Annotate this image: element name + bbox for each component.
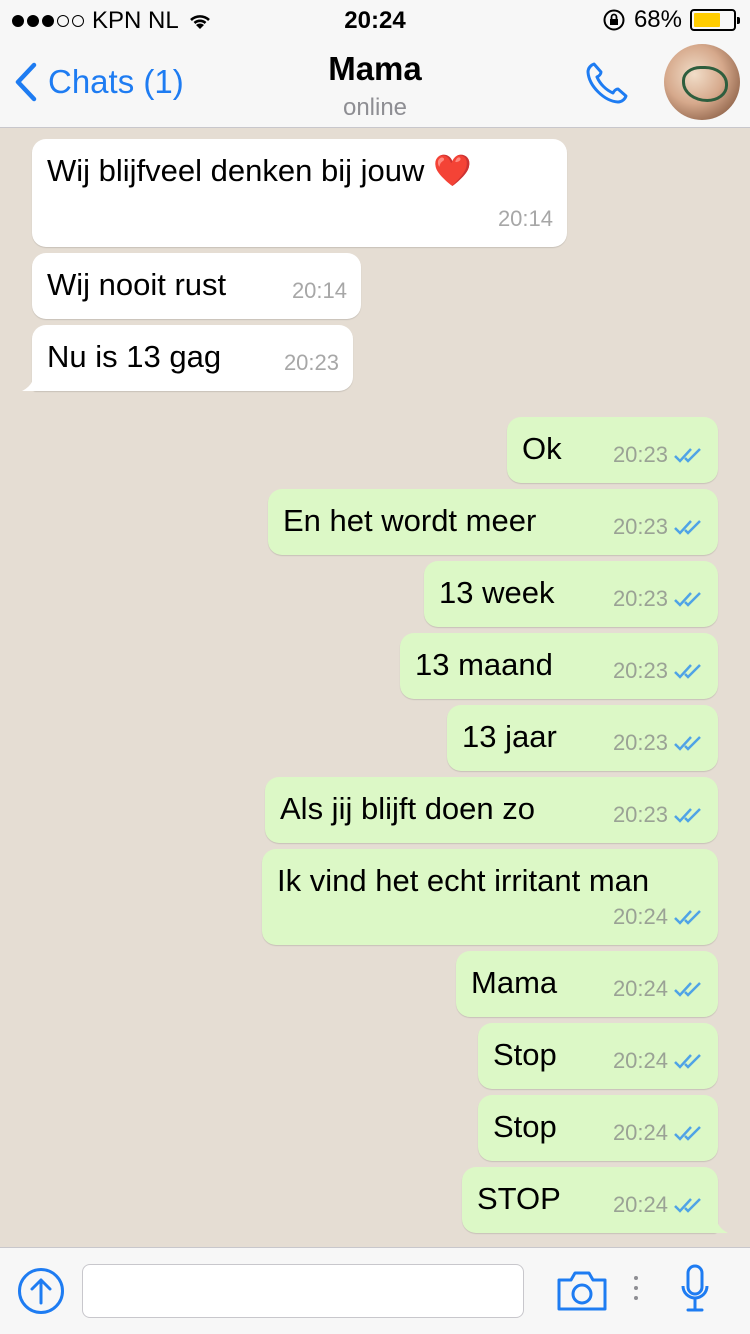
- double-check-icon: [674, 736, 701, 751]
- message-text: En het wordt meer: [283, 503, 537, 538]
- message-meta: 20:23: [613, 797, 704, 833]
- message-meta: 20:24: [613, 971, 704, 1007]
- message-list[interactable]: Wij blijfveel denken bij jouw ❤️ 20:14 W…: [0, 129, 750, 1247]
- message-meta: 20:23: [613, 725, 704, 761]
- message-time: 20:23: [612, 442, 668, 467]
- message-meta: 20:24: [613, 899, 704, 935]
- message-bubble-incoming[interactable]: Wij blijfveel denken bij jouw ❤️ 20:14: [32, 139, 567, 247]
- message-text: Wij nooit rust: [47, 267, 227, 302]
- voice-message-button[interactable]: [680, 1264, 710, 1319]
- message-time: 20:23: [612, 802, 668, 827]
- message-text: Wij blijfveel denken bij jouw ❤️: [47, 153, 472, 188]
- double-check-icon: [674, 664, 701, 679]
- double-check-icon: [674, 1198, 701, 1213]
- attach-button[interactable]: [18, 1268, 64, 1314]
- double-check-icon: [674, 910, 701, 925]
- message-meta: 20:23: [613, 653, 704, 689]
- separator-dots: [634, 1276, 638, 1300]
- message-bubble-outgoing[interactable]: STOP 20:24: [462, 1167, 728, 1233]
- message-time: 20:23: [283, 350, 339, 375]
- camera-button[interactable]: [556, 1270, 608, 1317]
- message-time: 20:14: [291, 278, 347, 303]
- phone-icon: [586, 62, 628, 104]
- message-bubble-outgoing[interactable]: 13 jaar 20:23: [447, 705, 718, 771]
- orientation-lock-icon: [603, 9, 625, 31]
- message-bubble-outgoing[interactable]: 13 week 20:23: [424, 561, 718, 627]
- message-bubble-incoming[interactable]: Wij nooit rust 20:14: [32, 253, 361, 319]
- message-input[interactable]: [82, 1264, 524, 1318]
- message-time: 20:23: [612, 658, 668, 683]
- message-time: 20:23: [612, 730, 668, 755]
- double-check-icon: [674, 808, 701, 823]
- contact-name: Mama: [328, 50, 422, 87]
- message-bubble-outgoing[interactable]: En het wordt meer 20:23: [268, 489, 718, 555]
- message-bubble-outgoing[interactable]: Ok 20:23: [507, 417, 718, 483]
- message-text: Nu is 13 gag: [47, 339, 222, 374]
- message-time: 20:24: [612, 1192, 668, 1217]
- message-meta: 20:23: [613, 437, 704, 473]
- message-time: 20:24: [612, 1048, 668, 1073]
- message-meta: 20:23: [613, 581, 704, 617]
- message-meta: 20:14: [292, 273, 347, 309]
- message-text: Als jij blijft doen zo: [280, 791, 536, 826]
- message-meta: 20:23: [613, 509, 704, 545]
- chat-header: Chats (1) Mama online: [0, 40, 750, 128]
- double-check-icon: [674, 520, 701, 535]
- message-text: 13 maand: [415, 647, 553, 682]
- message-text: Stop: [493, 1037, 557, 1072]
- message-text: Ok: [522, 431, 562, 466]
- message-bubble-outgoing[interactable]: Als jij blijft doen zo 20:23: [265, 777, 718, 843]
- message-bubble-incoming[interactable]: Nu is 13 gag 20:23: [22, 325, 353, 391]
- message-meta: 20:23: [284, 345, 339, 381]
- microphone-icon: [681, 1264, 709, 1312]
- message-meta: 20:24: [613, 1043, 704, 1079]
- contact-info[interactable]: Mama online: [0, 50, 750, 122]
- message-time: 20:23: [612, 514, 668, 539]
- message-meta: 20:24: [613, 1187, 704, 1223]
- battery-icon: [690, 9, 740, 31]
- double-check-icon: [674, 592, 701, 607]
- message-bubble-outgoing[interactable]: Mama 20:24: [456, 951, 718, 1017]
- double-check-icon: [674, 982, 701, 997]
- status-bar: KPN NL 20:24 68%: [0, 0, 750, 40]
- message-time: 20:24: [612, 1120, 668, 1145]
- message-time: 20:24: [612, 976, 668, 1001]
- message-text: 13 jaar: [462, 719, 557, 754]
- contact-status: online: [342, 94, 408, 121]
- message-time: 20:24: [612, 904, 668, 929]
- avatar[interactable]: [664, 44, 740, 120]
- message-bubble-outgoing[interactable]: Ik vind het echt irritant man 20:24: [262, 849, 718, 945]
- call-button[interactable]: [582, 58, 632, 113]
- double-check-icon: [674, 1054, 701, 1069]
- message-text: Mama: [471, 965, 558, 1000]
- message-text: Ik vind het echt irritant man: [277, 863, 650, 898]
- double-check-icon: [674, 448, 701, 463]
- message-input-bar: [0, 1247, 750, 1334]
- message-meta: 20:14: [498, 201, 553, 237]
- message-meta: 20:24: [613, 1115, 704, 1151]
- battery-percentage: 68%: [633, 6, 682, 33]
- message-time: 20:23: [612, 586, 668, 611]
- double-check-icon: [674, 1126, 701, 1141]
- status-right: 68%: [602, 6, 740, 34]
- message-bubble-outgoing[interactable]: Stop 20:24: [478, 1023, 718, 1089]
- message-time: 20:14: [497, 206, 553, 231]
- message-text: STOP: [477, 1181, 561, 1216]
- message-bubble-outgoing[interactable]: 13 maand 20:23: [400, 633, 718, 699]
- bubble-tail: [708, 1215, 728, 1233]
- message-text: 13 week: [439, 575, 555, 610]
- bubble-tail: [22, 373, 42, 391]
- arrow-up-icon: [30, 1278, 52, 1305]
- camera-icon: [557, 1271, 607, 1311]
- message-bubble-outgoing[interactable]: Stop 20:24: [478, 1095, 718, 1161]
- message-text: Stop: [493, 1109, 557, 1144]
